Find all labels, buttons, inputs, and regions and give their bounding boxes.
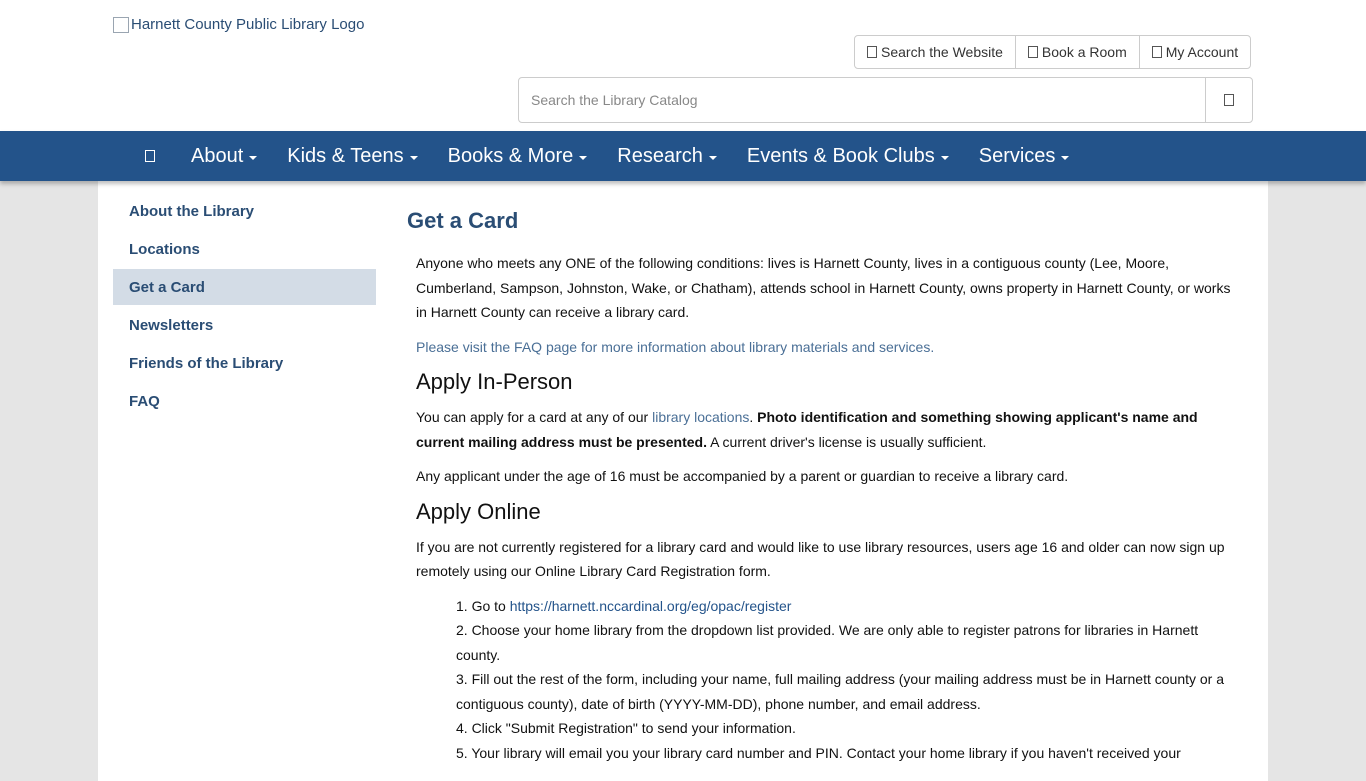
- intro-paragraph: Anyone who meets any ONE of the followin…: [416, 255, 1231, 320]
- caret-down-icon: [579, 155, 588, 160]
- caret-down-icon: [708, 155, 717, 160]
- step-1-text: 1. Go to: [456, 597, 510, 614]
- broken-image-icon: [113, 16, 129, 33]
- catalog-search-input[interactable]: [519, 78, 1205, 122]
- nav-research[interactable]: Research: [602, 131, 732, 181]
- utility-button-group: Search the Website Book a Room My Accoun…: [854, 35, 1252, 69]
- license-note: A current driver's license is usually su…: [706, 433, 987, 450]
- nav-books-more[interactable]: Books & More: [433, 131, 603, 181]
- nav-events[interactable]: Events & Book Clubs: [732, 131, 964, 181]
- nav-books-more-label: Books & More: [447, 144, 574, 167]
- nav-research-label: Research: [617, 144, 703, 167]
- page-title: Get a Card: [407, 208, 519, 233]
- step-5: 5. Your library will email you your libr…: [456, 744, 1181, 761]
- sidebar-nav: About the Library Locations Get a Card N…: [113, 193, 376, 421]
- nav-kids-teens-label: Kids & Teens: [287, 144, 404, 167]
- content-container: About the Library Locations Get a Card N…: [98, 181, 1268, 781]
- step-2: 2. Choose your home library from the dro…: [456, 622, 1199, 663]
- in-person-text: You can apply for a card at any of our: [416, 409, 653, 425]
- caret-down-icon: [249, 155, 258, 160]
- in-person-paragraph: You can apply for a card at any of our l…: [416, 405, 1242, 454]
- caret-down-icon: [409, 155, 418, 160]
- sidebar-item-faq[interactable]: FAQ: [113, 383, 376, 419]
- sidebar-item-about[interactable]: About the Library: [113, 193, 376, 229]
- nav-events-label: Events & Book Clubs: [746, 144, 935, 167]
- caret-down-icon: [1061, 155, 1070, 160]
- search-website-label: Search the Website: [881, 44, 1003, 60]
- apply-online-heading: Apply Online: [416, 498, 541, 524]
- in-person-sep: .: [749, 409, 758, 425]
- registration-steps: 1. Go to https://harnett.nccardinal.org/…: [416, 594, 1242, 766]
- library-logo[interactable]: Harnett County Public Library Logo: [113, 16, 364, 33]
- apply-in-person-heading: Apply In-Person: [416, 369, 573, 394]
- my-account-label: My Account: [1165, 44, 1239, 60]
- sidebar-item-locations[interactable]: Locations: [113, 231, 376, 267]
- step-1: 1. Go to https://harnett.nccardinal.org/…: [456, 594, 1242, 619]
- my-account-button[interactable]: My Account: [1139, 36, 1251, 68]
- calendar-icon: [1027, 46, 1038, 58]
- user-icon: [1151, 46, 1162, 58]
- library-locations-link[interactable]: library locations: [652, 409, 749, 425]
- site-header: Harnett County Public Library Logo Searc…: [0, 0, 1366, 131]
- faq-link[interactable]: Please visit the FAQ page for more infor…: [416, 339, 934, 355]
- register-url-link[interactable]: https://harnett.nccardinal.org/eg/opac/r…: [510, 598, 792, 614]
- nav-about-label: About: [191, 144, 244, 167]
- catalog-search-button[interactable]: [1205, 78, 1252, 122]
- logo-alt-text: Harnett County Public Library Logo: [131, 16, 365, 33]
- search-website-button[interactable]: Search the Website: [855, 36, 1016, 68]
- under16-paragraph: Any applicant under the age of 16 must b…: [416, 468, 1069, 484]
- sidebar-item-get-a-card[interactable]: Get a Card: [113, 269, 376, 305]
- nav-services[interactable]: Services: [964, 131, 1085, 181]
- book-room-button[interactable]: Book a Room: [1015, 36, 1140, 68]
- home-button[interactable]: [133, 131, 167, 181]
- catalog-search: [518, 77, 1253, 123]
- search-icon: [867, 46, 877, 58]
- book-room-label: Book a Room: [1041, 44, 1127, 60]
- nav-kids-teens[interactable]: Kids & Teens: [272, 131, 432, 181]
- sidebar-item-friends[interactable]: Friends of the Library: [113, 345, 376, 381]
- step-3: 3. Fill out the rest of the form, includ…: [456, 671, 1225, 712]
- main-nav: About Kids & Teens Books & More Research…: [0, 131, 1366, 181]
- home-icon: [145, 150, 155, 162]
- search-icon: [1224, 94, 1234, 106]
- nav-about[interactable]: About: [176, 131, 272, 181]
- nav-services-label: Services: [978, 144, 1056, 167]
- step-4: 4. Click "Submit Registration" to send y…: [456, 720, 796, 736]
- online-intro-paragraph: If you are not currently registered for …: [416, 538, 1225, 580]
- sidebar-item-newsletters[interactable]: Newsletters: [113, 307, 376, 343]
- caret-down-icon: [940, 155, 949, 160]
- page-body: Anyone who meets any ONE of the followin…: [416, 251, 1242, 765]
